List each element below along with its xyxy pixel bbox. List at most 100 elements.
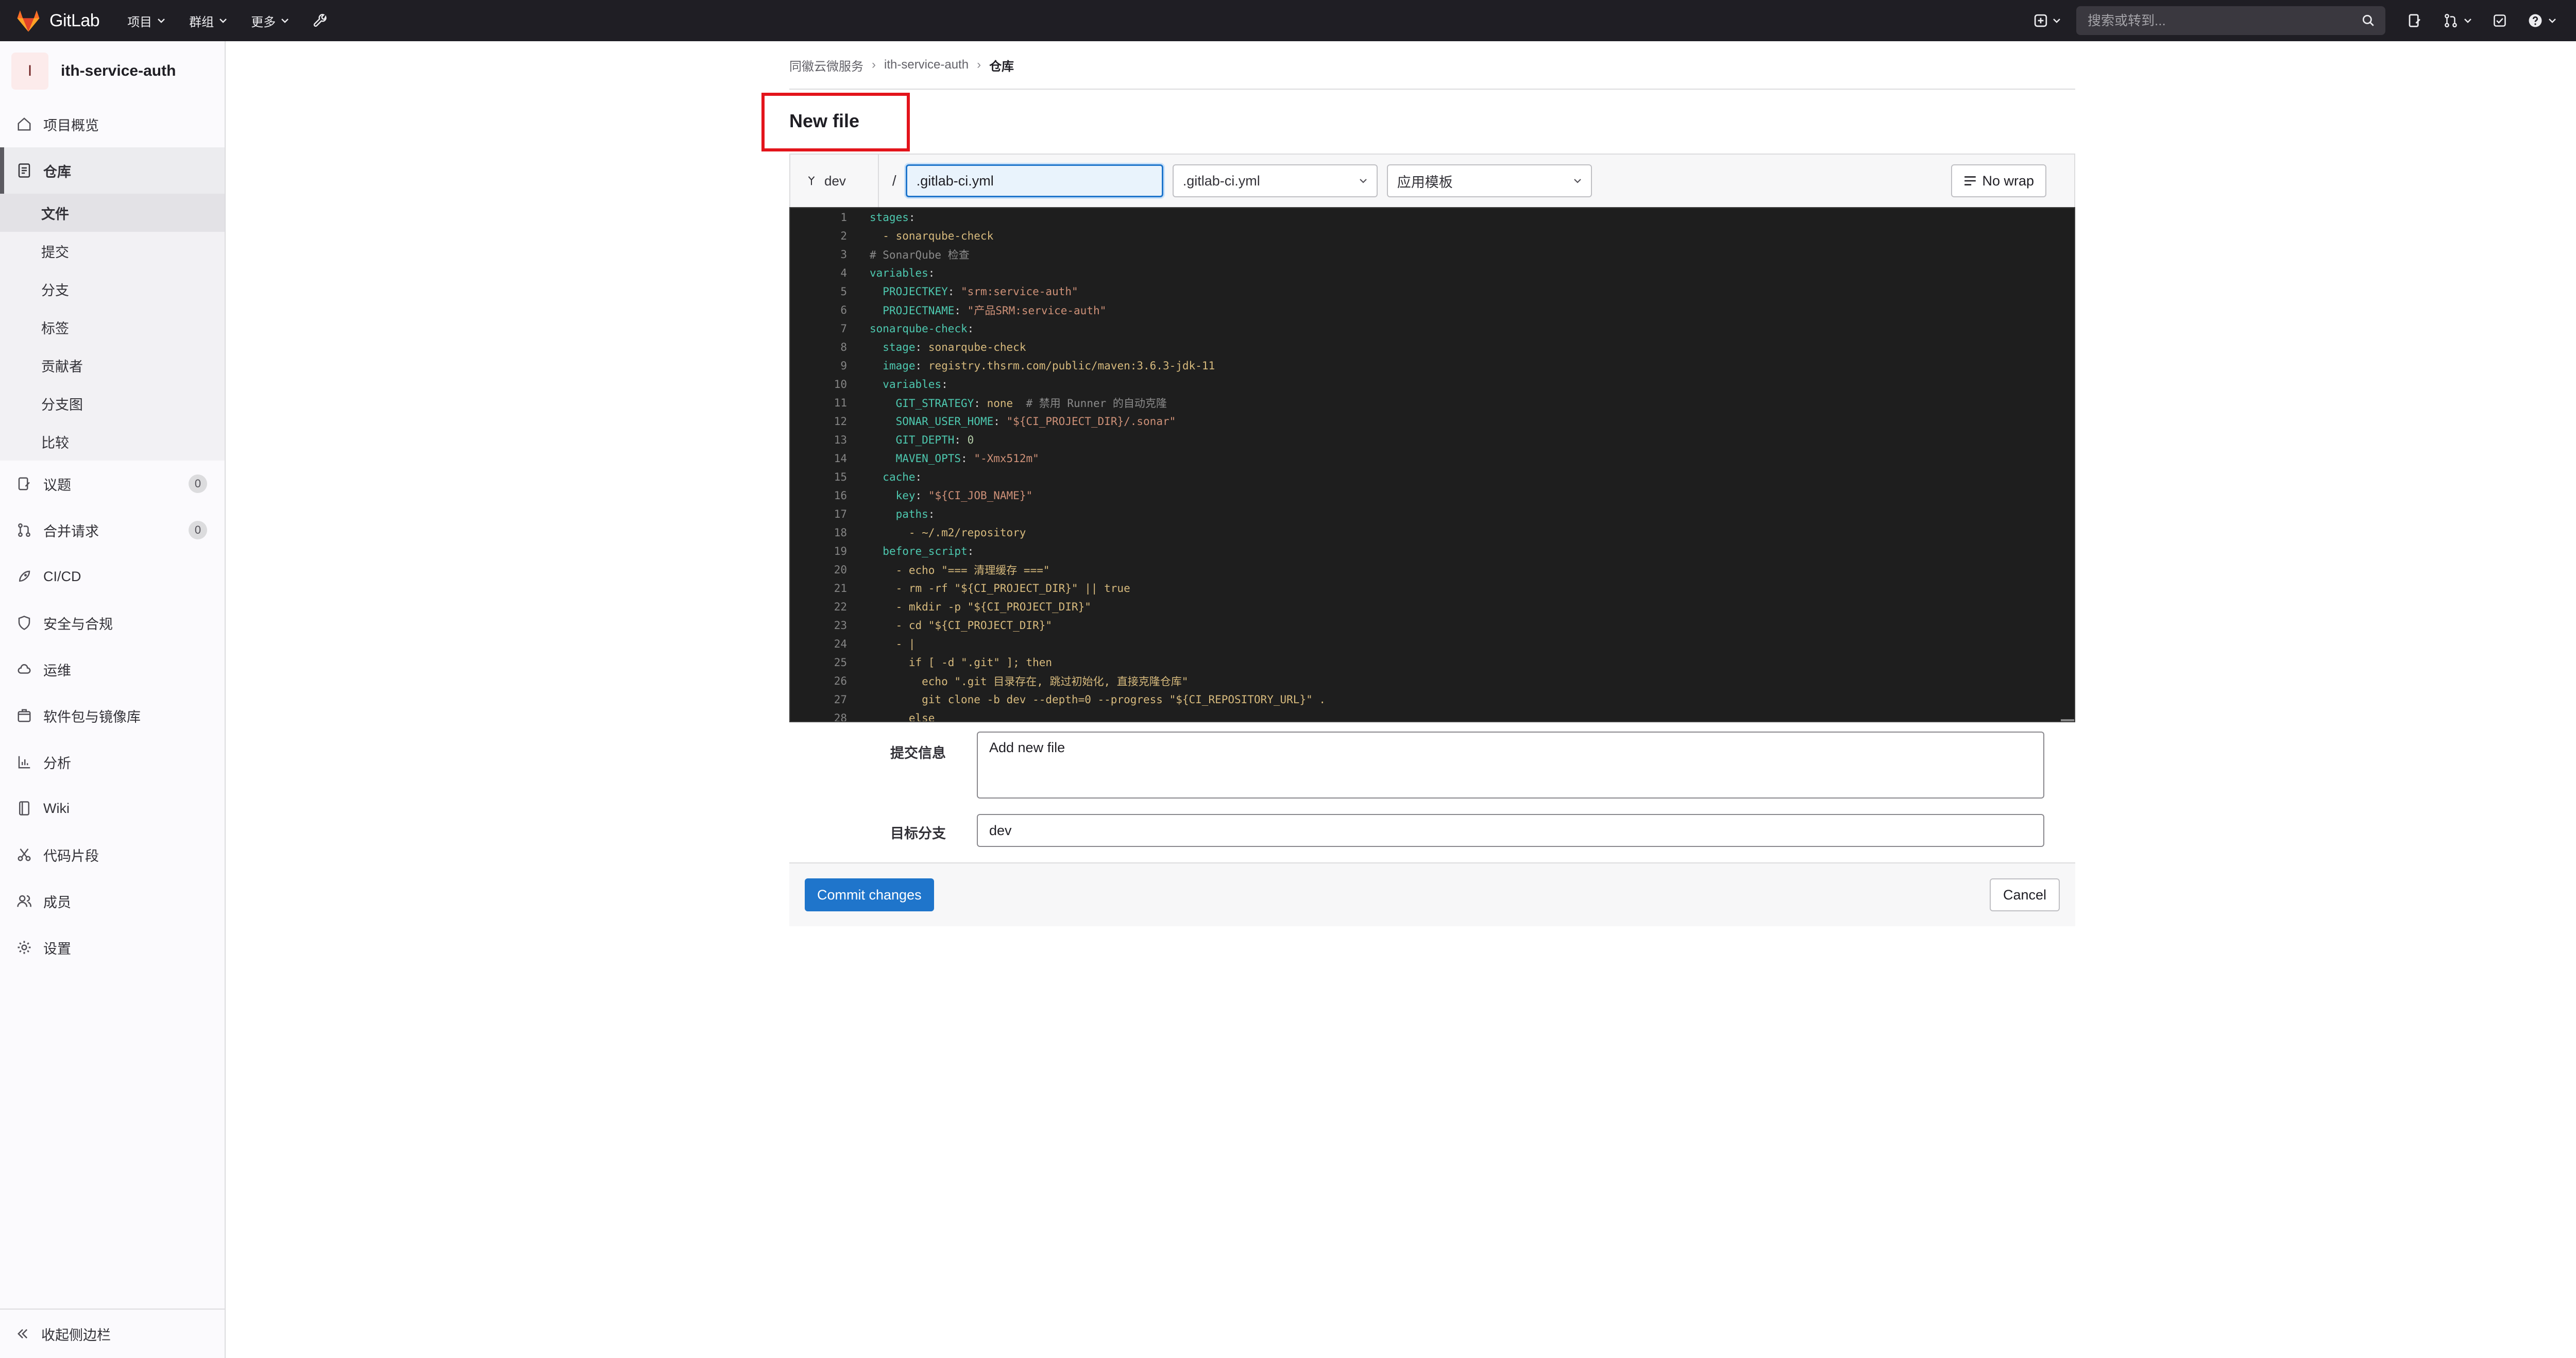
code-line[interactable]: 26 echo ".git 目录存在, 跳过初始化, 直接克隆仓库" [790,672,2074,690]
sidebar-item-security[interactable]: 安全与合规 [0,600,225,646]
breadcrumb-current[interactable]: 仓库 [989,56,1014,74]
collapse-sidebar-button[interactable]: 收起侧边栏 [0,1309,225,1358]
sidebar-item-snippets[interactable]: 代码片段 [0,831,225,878]
nav-projects[interactable]: 项目 [127,12,165,30]
line-number: 25 [834,656,847,669]
help-button[interactable] [2528,13,2556,28]
code-line[interactable]: 28 else [790,709,2074,721]
code-text: before_script: [883,545,974,557]
search-input[interactable] [2087,12,2362,29]
code-line[interactable]: 12 SONAR_USER_HOME: "${CI_PROJECT_DIR}/.… [790,412,2074,431]
project-header[interactable]: I ith-service-auth [0,41,225,101]
code-line[interactable]: 5 PROJECTKEY: "srm:service-auth" [790,282,2074,301]
file-name-input[interactable] [905,164,1163,197]
code-line[interactable]: 24 - | [790,635,2074,653]
issues-todo-button[interactable] [2407,13,2422,28]
nav-more[interactable]: 更多 [251,12,289,30]
code-line[interactable]: 23 - cd "${CI_PROJECT_DIR}" [790,616,2074,635]
code-line[interactable]: 9 image: registry.thsrm.com/public/maven… [790,357,2074,375]
code-line[interactable]: 17 paths: [790,505,2074,523]
code-line[interactable]: 2 - sonarqube-check [790,227,2074,245]
sidebar-item-settings[interactable]: 设置 [0,924,225,971]
code-line[interactable]: 6 PROJECTNAME: "产品SRM:service-auth" [790,301,2074,319]
line-number: 5 [840,285,847,298]
new-dropdown-button[interactable] [2034,14,2061,27]
code-text: echo ".git 目录存在, 跳过初始化, 直接克隆仓库" [870,675,1189,688]
code-line[interactable]: 11 GIT_STRATEGY: none # 禁用 Runner 的自动克隆 [790,394,2074,412]
nav-groups[interactable]: 群组 [189,12,227,30]
top-bar: GitLab 项目 群组 更多 [0,0,2576,41]
code-line[interactable]: 20 - echo "=== 清理缓存 ===" [790,561,2074,579]
breadcrumb-project[interactable]: ith-service-auth [884,58,969,72]
todos-button[interactable] [2493,13,2507,28]
sidebar-subitem-commits[interactable]: 提交 [0,232,225,270]
sidebar-subitem-tags[interactable]: 标签 [0,308,225,346]
brand[interactable]: GitLab [15,9,100,32]
apply-template-dropdown[interactable]: 应用模板 [1386,164,1592,197]
sidebar-item-repository[interactable]: 仓库 [0,147,225,194]
code-line[interactable]: 21 - rm -rf "${CI_PROJECT_DIR}" || true [790,579,2074,598]
line-number: 11 [834,397,847,409]
line-number: 3 [840,248,847,261]
chevron-right-icon: › [977,58,981,72]
sidebar-subitem-branches[interactable]: 分支 [0,270,225,308]
sidebar-item-label: 设置 [43,941,71,957]
sidebar-item-cicd[interactable]: CI/CD [0,553,225,600]
sidebar-item-issues[interactable]: 议题 0 [0,461,225,507]
users-icon [15,892,33,910]
code-line[interactable]: 1 stages: [790,208,2074,227]
target-branch-input[interactable] [977,814,2044,847]
no-wrap-button[interactable]: No wrap [1951,164,2046,197]
sidebar-item-label: 代码片段 [43,848,99,864]
sidebar-subitem-compare[interactable]: 比较 [0,422,225,461]
form-actions: Commit changes Cancel [789,862,2075,926]
breadcrumb-group[interactable]: 同徽云微服务 [789,56,863,74]
code-line[interactable]: 19 before_script: [790,542,2074,561]
sidebar-subitem-graph[interactable]: 分支图 [0,384,225,422]
code-line[interactable]: 16 key: "${CI_JOB_NAME}" [790,486,2074,505]
admin-wrench-button[interactable] [313,13,328,28]
code-line[interactable]: 14 MAVEN_OPTS: "-Xmx512m" [790,449,2074,468]
code-line[interactable]: 25 if [ -d ".git" ]; then [790,653,2074,672]
code-line[interactable]: 7 sonarqube-check: [790,319,2074,338]
code-line[interactable]: 15 cache: [790,468,2074,486]
code-line[interactable]: 27 git clone -b dev --depth=0 --progress… [790,690,2074,709]
code-line[interactable]: 10 variables: [790,375,2074,394]
commit-changes-button[interactable]: Commit changes [805,878,934,911]
template-type-dropdown[interactable]: .gitlab-ci.yml [1172,164,1378,197]
code-text: if [ -d ".git" ]; then [870,656,1053,669]
sidebar-item-label: 分析 [43,755,71,771]
document-icon [15,162,33,179]
code-line[interactable]: 22 - mkdir -p "${CI_PROJECT_DIR}" [790,598,2074,616]
commit-message-label: 提交信息 [890,745,946,761]
line-number: 6 [840,304,847,316]
code-lines: 1 stages: 2 - sonarqube-check 3 # SonarQube … [790,208,2074,721]
no-wrap-label: No wrap [1982,173,2034,189]
line-number: 14 [834,452,847,465]
apply-template-value: 应用模板 [1397,174,1453,190]
sidebar-item-ops[interactable]: 运维 [0,646,225,692]
target-branch-label: 目标分支 [890,826,946,841]
code-line[interactable]: 4 variables: [790,264,2074,282]
line-number: 16 [834,489,847,502]
sidebar-item-members[interactable]: 成员 [0,878,225,924]
editor-scrollbar[interactable] [2061,719,2074,721]
code-line[interactable]: 18 - ~/.m2/repository [790,523,2074,542]
sidebar-item-merge-requests[interactable]: 合并请求 0 [0,507,225,553]
code-line[interactable]: 8 stage: sonarqube-check [790,338,2074,357]
line-number: 12 [834,415,847,428]
sidebar-item-packages[interactable]: 软件包与镜像库 [0,692,225,739]
cancel-button[interactable]: Cancel [1989,878,2060,911]
sidebar-subitem-contributors[interactable]: 贡献者 [0,346,225,384]
commit-message-input[interactable]: Add new file [977,732,2044,799]
sidebar-item-wiki[interactable]: Wiki [0,785,225,831]
merge-requests-button[interactable] [2443,13,2472,28]
sidebar-subitem-files[interactable]: 文件 [0,194,225,232]
code-line[interactable]: 3 # SonarQube 检查 [790,245,2074,264]
code-line[interactable]: 13 GIT_DEPTH: 0 [790,431,2074,449]
code-editor[interactable]: 1 stages: 2 - sonarqube-check 3 # SonarQube … [789,207,2075,722]
code-text: stage: sonarqube-check [883,341,1026,353]
sidebar-item-overview[interactable]: 项目概览 [0,101,225,147]
sidebar-item-analytics[interactable]: 分析 [0,739,225,785]
code-text: variables: [883,378,948,391]
